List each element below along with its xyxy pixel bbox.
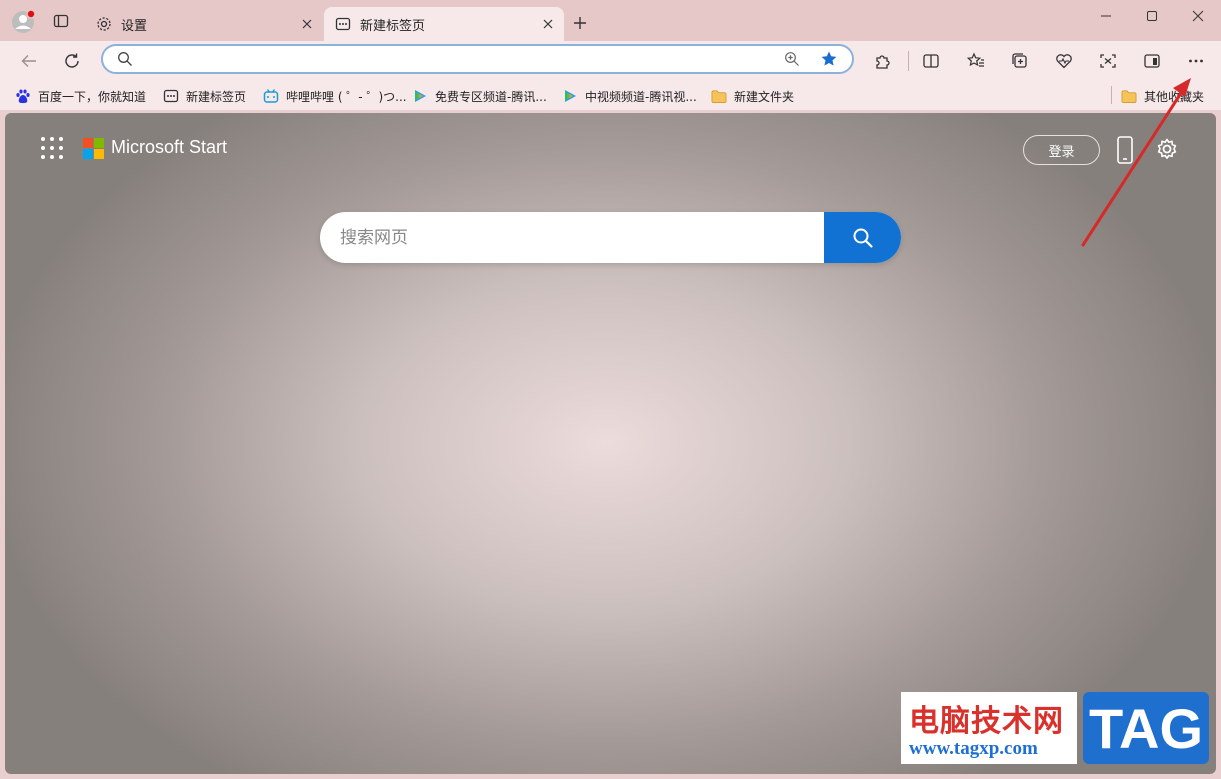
collections-button[interactable]: [1004, 45, 1036, 77]
bookmark-folder[interactable]: 新建文件夹: [711, 85, 794, 107]
minimize-icon: [1101, 15, 1111, 17]
close-icon: [302, 19, 312, 29]
web-search-input[interactable]: [338, 224, 802, 252]
page-settings-icon[interactable]: [1155, 137, 1179, 161]
profile-avatar[interactable]: [10, 9, 36, 35]
web-search-box: [320, 212, 901, 263]
heart-pulse-icon: [1056, 54, 1072, 69]
folder-icon: [1121, 88, 1137, 104]
settings-more-button[interactable]: [1180, 45, 1212, 77]
bookmark-label: 中视频频道-腾讯视...: [585, 89, 697, 104]
bookmark-label: 免费专区频道-腾讯...: [435, 89, 547, 104]
back-button[interactable]: [13, 45, 45, 77]
more-dots-icon: [1189, 59, 1203, 63]
bookmark-item[interactable]: 哔哩哔哩 ( ゜- ゜)つ...: [263, 85, 407, 107]
tab-label: 设置: [121, 18, 148, 34]
bookmark-item[interactable]: 免费专区频道-腾讯...: [412, 85, 547, 107]
toolbar: [0, 41, 1221, 81]
bookmark-item[interactable]: 百度一下，你就知道: [15, 85, 146, 107]
bookmarks-bar: 百度一下，你就知道 新建标签页 哔哩哔哩 ( ゜- ゜)つ... 免费专区频道-…: [0, 81, 1221, 110]
bookmark-label: 新建文件夹: [734, 89, 795, 104]
profile-icon: [12, 9, 36, 33]
maximize-icon: [1147, 11, 1157, 21]
puzzle-icon: [876, 55, 890, 69]
watermark-title: 电脑技术网: [909, 704, 1064, 739]
watermark-text-box: 电脑技术网 www.tagxp.com: [901, 692, 1077, 764]
split-screen-icon: [923, 54, 939, 68]
plus-icon: [574, 17, 586, 29]
split-screen-button[interactable]: [915, 45, 947, 77]
bookmark-label: 其他收藏夹: [1144, 89, 1205, 104]
microsoft-logo-icon: [83, 138, 104, 159]
close-icon: [543, 19, 553, 29]
bookmark-item[interactable]: 新建标签页: [163, 85, 246, 107]
start-page: Microsoft Start 登录: [5, 113, 1216, 774]
search-icon: [117, 51, 133, 71]
address-input[interactable]: [139, 48, 783, 72]
browser-essentials-button[interactable]: [1048, 45, 1080, 77]
app-launcher-icon[interactable]: [41, 137, 63, 159]
new-tab-button[interactable]: [566, 9, 594, 37]
minimize-button[interactable]: [1083, 0, 1129, 32]
newtab-icon: [163, 88, 179, 104]
tab-actions-icon: [53, 14, 69, 28]
close-tab-button[interactable]: [534, 10, 562, 38]
zoom-icon[interactable]: [784, 51, 800, 71]
screenshot-icon: [1100, 54, 1116, 68]
extensions-button[interactable]: [866, 45, 898, 77]
phone-icon[interactable]: [1115, 135, 1135, 165]
screenshot-button[interactable]: [1092, 45, 1124, 77]
newtab-icon: [334, 15, 352, 33]
search-button[interactable]: [824, 212, 901, 263]
toolbar-divider: [908, 51, 909, 71]
tab-settings[interactable]: 设置: [85, 7, 323, 41]
brand-title: Microsoft Start: [111, 137, 228, 157]
close-icon: [1192, 10, 1204, 22]
bookmark-item[interactable]: 中视频频道-腾讯视...: [562, 85, 697, 107]
bookmark-label: 新建标签页: [186, 89, 247, 104]
folder-icon: [711, 88, 727, 104]
search-icon: [853, 228, 873, 248]
title-bar: 设置 新建标签页: [0, 0, 1221, 41]
bookmarks-divider: [1111, 86, 1112, 104]
bookmark-label: 百度一下，你就知道: [38, 89, 147, 104]
watermark-tag-logo: TAG: [1083, 692, 1209, 764]
tencent-video-icon: [562, 88, 578, 104]
gear-icon: [95, 15, 113, 33]
favorites-list-icon: [967, 52, 984, 67]
baidu-icon: [15, 88, 31, 104]
refresh-icon: [65, 53, 79, 68]
arrow-left-icon: [21, 55, 36, 67]
other-favorites-folder[interactable]: 其他收藏夹: [1121, 85, 1204, 107]
maximize-button[interactable]: [1129, 0, 1175, 32]
tab-actions-button[interactable]: [46, 6, 76, 36]
login-button[interactable]: 登录: [1023, 135, 1100, 165]
watermark-url: www.tagxp.com: [909, 738, 1038, 759]
tencent-video-icon: [412, 88, 428, 104]
bookmark-label: 哔哩哔哩 ( ゜- ゜)つ...: [286, 89, 407, 104]
close-window-button[interactable]: [1175, 0, 1221, 32]
refresh-button[interactable]: [56, 45, 88, 77]
bilibili-icon: [263, 88, 279, 104]
collections-icon: [1012, 53, 1027, 68]
favorite-star-icon[interactable]: [820, 50, 838, 72]
favorites-button[interactable]: [960, 45, 992, 77]
tab-label: 新建标签页: [360, 18, 426, 34]
tab-new-tab[interactable]: 新建标签页: [324, 7, 564, 41]
sidebar-toggle-button[interactable]: [1136, 45, 1168, 77]
address-bar[interactable]: [101, 44, 854, 74]
close-tab-button[interactable]: [293, 10, 321, 38]
sidebar-icon: [1144, 54, 1160, 68]
